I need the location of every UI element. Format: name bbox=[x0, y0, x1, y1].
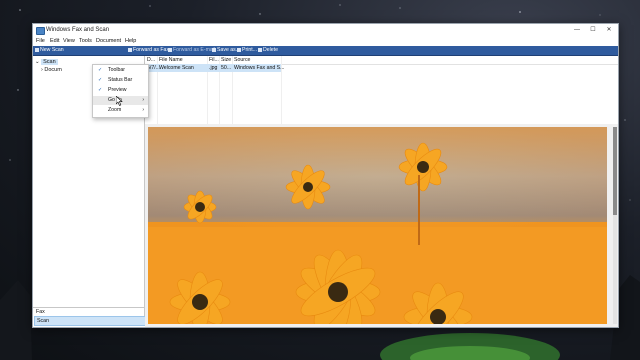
column-size[interactable]: Size bbox=[221, 57, 231, 63]
title-bar: Windows Fax and Scan — ☐ ✕ bbox=[33, 24, 618, 38]
new-scan-icon bbox=[35, 47, 39, 52]
flower-photo bbox=[148, 127, 607, 324]
view-menu-preview[interactable]: ✓ Preview bbox=[93, 86, 148, 95]
view-menu-toolbar[interactable]: ✓ Toolbar bbox=[93, 66, 148, 75]
minimize-button[interactable]: — bbox=[570, 26, 584, 35]
scan-view-label: Scan bbox=[37, 318, 50, 324]
checkmark-icon: ✓ bbox=[98, 77, 103, 83]
scan-view-button[interactable]: Scan bbox=[34, 316, 146, 326]
cell-file-type: .jpg bbox=[209, 65, 218, 71]
new-scan-label: New Scan bbox=[40, 47, 64, 53]
fax-scan-window: Windows Fax and Scan — ☐ ✕ File Edit Vie… bbox=[32, 23, 619, 328]
printer-icon bbox=[237, 47, 241, 52]
table-row[interactable]: 5/7/... Welcome Scan .jpg 50... Windows … bbox=[145, 64, 285, 72]
menu-help[interactable]: Help bbox=[125, 38, 136, 44]
view-menu-zoom[interactable]: Zoom › bbox=[93, 106, 148, 115]
forward-fax-icon bbox=[128, 47, 132, 52]
checkmark-icon: ✓ bbox=[98, 87, 103, 93]
forward-email-icon bbox=[168, 47, 172, 52]
save-icon bbox=[212, 47, 216, 52]
menu-file[interactable]: File bbox=[36, 38, 45, 44]
forward-fax-label: Forward as Fax bbox=[133, 47, 170, 53]
cell-file-name: Welcome Scan bbox=[159, 65, 194, 71]
delete-icon bbox=[258, 47, 262, 52]
document-list: D... File Name Fil... Size Source 5/7/..… bbox=[145, 56, 618, 125]
view-menu-status-bar-label: Status Bar bbox=[108, 77, 133, 83]
column-source[interactable]: Source bbox=[234, 57, 250, 63]
menu-view[interactable]: View bbox=[63, 38, 75, 44]
forward-email-button[interactable]: Forward as E-mail bbox=[168, 47, 215, 53]
view-menu-status-bar[interactable]: ✓ Status Bar bbox=[93, 76, 148, 85]
save-as-button[interactable]: Save as... bbox=[212, 47, 240, 53]
window-title: Windows Fax and Scan bbox=[46, 27, 110, 33]
collapse-icon[interactable]: ⌄ bbox=[35, 59, 40, 65]
forward-fax-button[interactable]: Forward as Fax bbox=[128, 47, 169, 53]
print-button[interactable]: Print... bbox=[237, 47, 257, 53]
print-label: Print... bbox=[242, 47, 257, 53]
view-menu-preview-label: Preview bbox=[108, 87, 127, 93]
menu-bar: File Edit View Tools Document Help bbox=[33, 37, 618, 46]
view-menu-dropdown: ✓ Toolbar ✓ Status Bar ✓ Preview Go To ›… bbox=[92, 64, 149, 118]
view-switcher: Fax Scan bbox=[33, 307, 146, 326]
preview-scrollbar[interactable] bbox=[613, 127, 617, 324]
fax-scan-app-icon bbox=[36, 27, 45, 35]
mouse-cursor-icon bbox=[116, 96, 123, 106]
close-button[interactable]: ✕ bbox=[602, 26, 616, 35]
new-scan-button[interactable]: New Scan bbox=[35, 47, 64, 53]
tree-item-scan[interactable]: ⌄ Scan bbox=[35, 58, 62, 66]
column-date[interactable]: D... bbox=[147, 57, 155, 63]
fax-view-label: Fax bbox=[36, 309, 45, 315]
menu-tools[interactable]: Tools bbox=[79, 38, 92, 44]
submenu-arrow-icon: › bbox=[142, 97, 144, 103]
view-menu-toolbar-label: Toolbar bbox=[108, 67, 126, 73]
cell-size: 50... bbox=[221, 65, 232, 71]
tree-item-documents[interactable]: › Docum bbox=[35, 66, 62, 74]
submenu-arrow-icon: › bbox=[142, 107, 144, 113]
folder-tree: ⌄ Scan › Docum bbox=[35, 58, 62, 74]
delete-label: Delete bbox=[263, 47, 278, 53]
expand-icon[interactable]: › bbox=[41, 67, 43, 73]
checkmark-icon: ✓ bbox=[98, 67, 103, 73]
cell-source: Windows Fax and S... bbox=[234, 65, 285, 71]
tree-label-scan: Scan bbox=[41, 59, 58, 65]
scrollbar-thumb[interactable] bbox=[613, 127, 617, 215]
forward-email-label: Forward as E-mail bbox=[173, 47, 216, 53]
maximize-button[interactable]: ☐ bbox=[586, 26, 600, 35]
view-menu-zoom-label: Zoom bbox=[108, 107, 122, 113]
tree-label-documents: Docum bbox=[44, 67, 62, 73]
column-file-type[interactable]: Fil... bbox=[209, 57, 219, 63]
menu-document[interactable]: Document bbox=[96, 38, 121, 44]
column-file-name[interactable]: File Name bbox=[159, 57, 183, 63]
delete-button[interactable]: Delete bbox=[258, 47, 278, 53]
scan-preview-image bbox=[148, 127, 607, 324]
preview-pane bbox=[145, 124, 618, 327]
fax-view-button[interactable]: Fax bbox=[34, 308, 144, 316]
menu-edit[interactable]: Edit bbox=[50, 38, 59, 44]
toolbar: New Scan Forward as Fax Forward as E-mai… bbox=[33, 46, 618, 56]
